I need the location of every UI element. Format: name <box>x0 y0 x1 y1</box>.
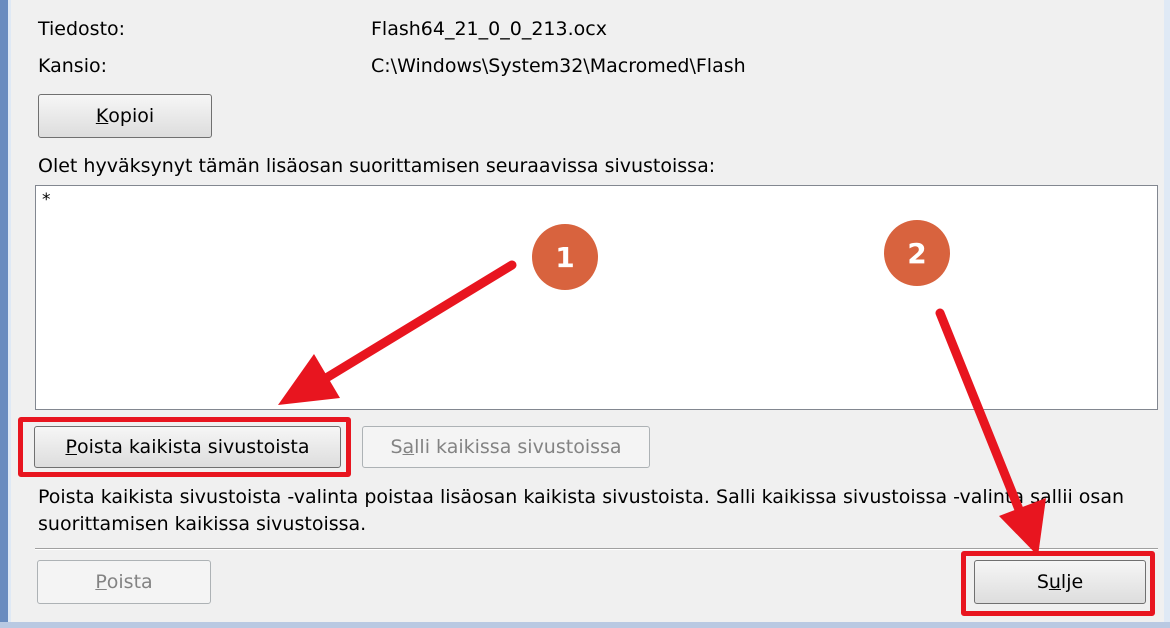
step-badge-2: 2 <box>884 220 950 286</box>
arrow-2 <box>935 308 1046 556</box>
annotation-arrows <box>278 260 1046 556</box>
arrow-1 <box>278 260 517 405</box>
step-badge-1: 1 <box>532 224 598 290</box>
